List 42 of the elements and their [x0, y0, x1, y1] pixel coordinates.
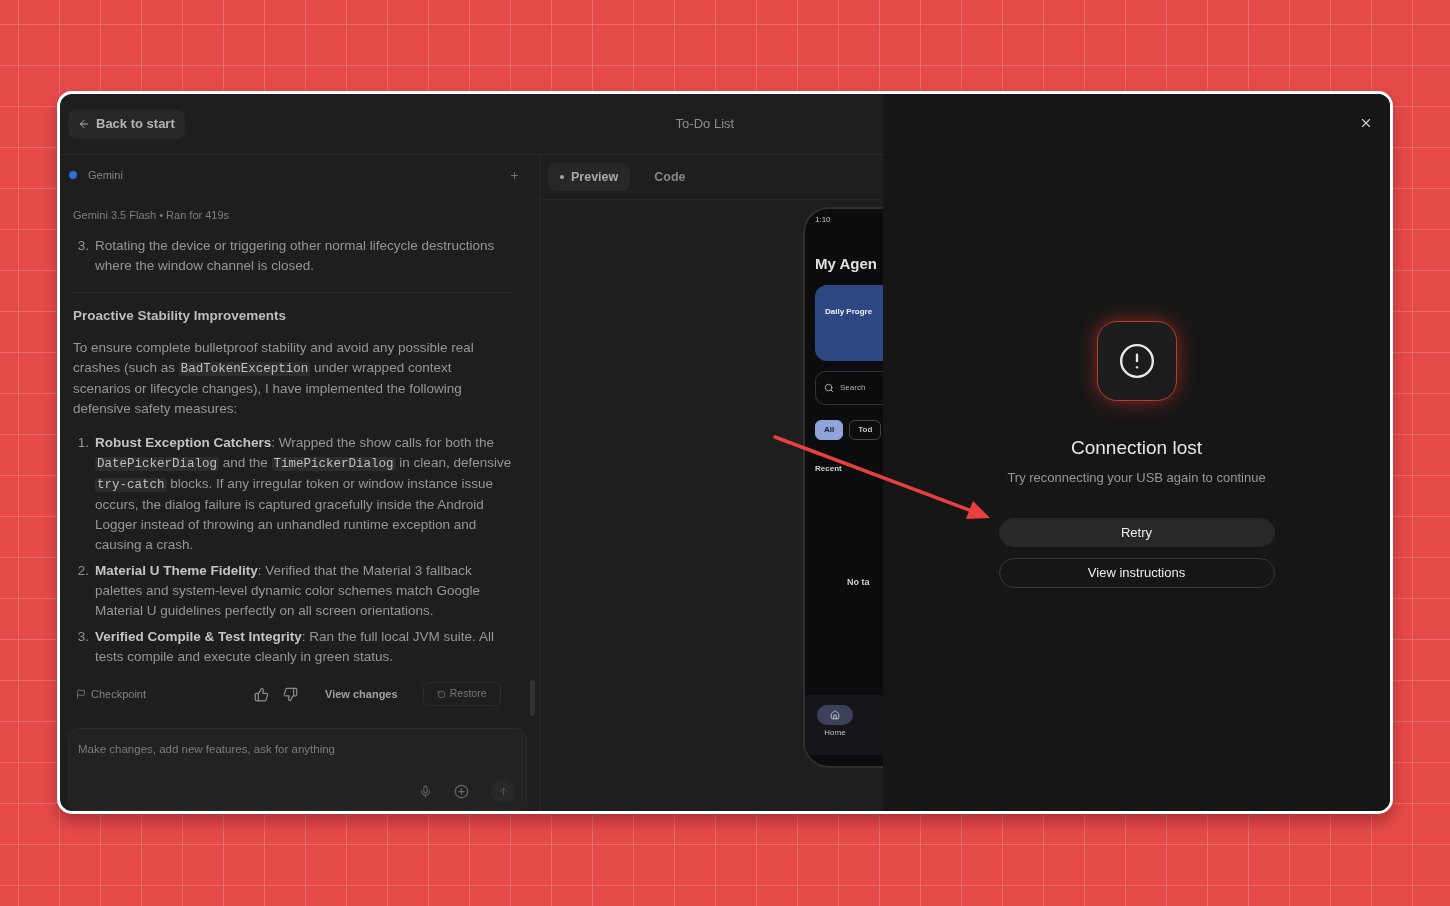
- arrow-up-icon: [497, 785, 509, 797]
- microphone-icon[interactable]: [419, 784, 432, 798]
- dialog-title: Connection lost: [1071, 436, 1202, 460]
- thumbs-up-icon[interactable]: [254, 686, 270, 702]
- list-number: 2.: [76, 562, 90, 580]
- plus-icon[interactable]: [509, 169, 520, 181]
- list-item-text: Verified Compile & Test Integrity: Ran the full local JVM suite. All tests compile and execute cleanly in green status.: [95, 628, 495, 666]
- arrow-left-icon: [78, 118, 90, 130]
- list-item-text: Material U Theme Fidelity: Verified that the Material 3 fallback palettes and system-level dynamic color schemes match Google Material U guidelines perfectly on all screen orientations.: [95, 562, 481, 620]
- list-item-text: Rotating the device or triggering other normal lifecycle destructions where the window channel is closed.: [95, 237, 496, 275]
- preview-tab[interactable]: Code: [654, 163, 686, 191]
- flag-icon: [76, 689, 86, 699]
- search-icon: [824, 383, 834, 393]
- restore-icon: [436, 689, 446, 699]
- section-heading: Proactive Stability Improvements: [73, 307, 288, 325]
- preview-tab[interactable]: Preview: [548, 163, 631, 191]
- close-icon[interactable]: [1359, 116, 1373, 130]
- view-changes-link[interactable]: View changes: [325, 685, 398, 703]
- thumbs-down-icon[interactable]: [283, 686, 299, 702]
- empty-state-title: No ta: [846, 576, 871, 588]
- home-icon: [817, 705, 853, 725]
- section-label: Recent: [815, 464, 843, 474]
- model-meta: Gemini 3.5 Flash • Ran for 419s: [73, 208, 231, 223]
- checkpoint-label[interactable]: Checkpoint: [73, 685, 147, 703]
- list-number: 3.: [76, 237, 90, 255]
- filter-chip[interactable]: Tod: [849, 420, 882, 440]
- plus-circle-icon[interactable]: [454, 783, 469, 799]
- card-title: Daily Progre: [825, 307, 873, 316]
- app-title: My Agen: [815, 255, 878, 273]
- list-number: 3.: [76, 628, 90, 646]
- retry-button[interactable]: Retry: [998, 518, 1275, 547]
- paragraph-text: To ensure complete bulletproof stability and avoid any possible real crashes (such as BadTokenException under wrapped context scenarios or lifecycle changes), I have implemented the following defensive safety measures:: [73, 339, 475, 418]
- agent-name: Gemini: [88, 167, 123, 183]
- list-item-text: Robust Exception Catchers: Wrapped the show calls for both the DatePickerDialog and the TimePickerDialog in clean, defensive try-catch blocks. If any irregular token or window instance issue occurs, the dialog failure is captured gracefully inside the Android Logger instead of throwing an unhandled runtime exception and causing a crash.: [95, 434, 512, 554]
- back-button[interactable]: Back to start: [68, 109, 185, 139]
- project-title: To-Do List: [675, 115, 735, 134]
- dialog-message: Try reconnecting your USB again to continue: [1007, 469, 1266, 487]
- filter-chip[interactable]: All: [815, 420, 844, 440]
- message-input-field[interactable]: Make changes, add new features, ask for anything: [68, 728, 527, 811]
- status-time: 1:10: [815, 215, 832, 225]
- list-number: 1.: [76, 434, 90, 452]
- alert-icon: [1096, 321, 1177, 401]
